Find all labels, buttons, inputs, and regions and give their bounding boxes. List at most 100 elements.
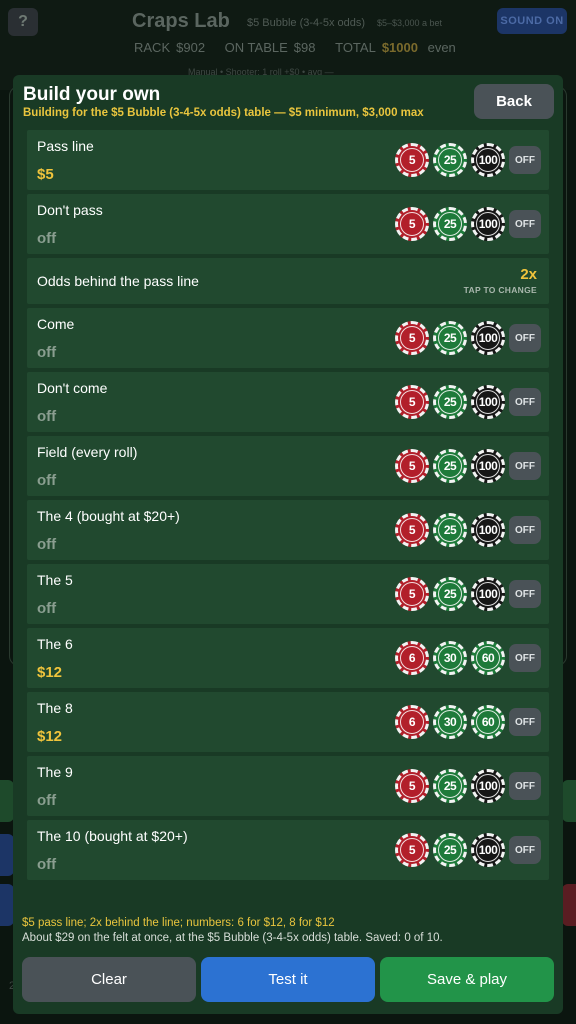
bet-row: The 6 $12 6 30 60 OFF: [27, 628, 549, 688]
chip-100-button[interactable]: 100: [471, 143, 505, 177]
bg-green-bar: [562, 780, 576, 822]
chip-value: 100: [476, 774, 500, 798]
chip-value: 100: [476, 518, 500, 542]
chip-5-button[interactable]: 5: [395, 385, 429, 419]
chip-5-button[interactable]: 5: [395, 449, 429, 483]
bg-blue-bar: [0, 834, 14, 876]
sound-toggle-button[interactable]: SOUND ON: [497, 8, 567, 34]
bet-label: The 10 (bought at $20+): [37, 828, 188, 844]
chip-group: 6 30 60 OFF: [395, 705, 541, 739]
chip-value: 5: [400, 838, 424, 862]
chip-25-button[interactable]: 25: [433, 513, 467, 547]
off-button[interactable]: OFF: [509, 580, 541, 608]
chip-value: 6: [400, 646, 424, 670]
bet-row: Don't come off 5 25 100 OFF: [27, 372, 549, 432]
chip-value: 5: [400, 390, 424, 414]
chip-25-button[interactable]: 25: [433, 769, 467, 803]
off-button[interactable]: OFF: [509, 708, 541, 736]
clear-button[interactable]: Clear: [22, 957, 196, 1002]
chip-5-button[interactable]: 5: [395, 577, 429, 611]
odds-label: Odds behind the pass line: [37, 273, 199, 289]
bet-row: The 10 (bought at $20+) off 5 25 100 OFF: [27, 820, 549, 880]
chip-5-button[interactable]: 5: [395, 513, 429, 547]
chip-100-button[interactable]: 100: [471, 833, 505, 867]
chip-group: 5 25 100 OFF: [395, 769, 541, 803]
dialog-subtitle: Building for the $5 Bubble (3-4-5x odds)…: [23, 107, 424, 119]
chip-group: 5 25 100 OFF: [395, 513, 541, 547]
chip-25-button[interactable]: 25: [433, 385, 467, 419]
chip-30-button[interactable]: 30: [433, 705, 467, 739]
chip-6-button[interactable]: 6: [395, 705, 429, 739]
chip-100-button[interactable]: 100: [471, 513, 505, 547]
bet-row: The 4 (bought at $20+) off 5 25 100 OFF: [27, 500, 549, 560]
help-button[interactable]: ?: [8, 8, 38, 36]
chip-value: 30: [438, 646, 462, 670]
chip-100-button[interactable]: 100: [471, 769, 505, 803]
chip-group: 6 30 60 OFF: [395, 641, 541, 675]
bet-amount: $12: [37, 728, 63, 745]
chip-value: 5: [400, 518, 424, 542]
off-button[interactable]: OFF: [509, 644, 541, 672]
back-button[interactable]: Back: [474, 84, 554, 119]
chip-value: 60: [476, 710, 500, 734]
chip-value: 25: [438, 326, 462, 350]
even-label: even: [427, 40, 456, 55]
chip-25-button[interactable]: 25: [433, 321, 467, 355]
chip-value: 5: [400, 582, 424, 606]
chip-value: 5: [400, 454, 424, 478]
app-title: Craps Lab: [132, 10, 230, 32]
off-button[interactable]: OFF: [509, 452, 541, 480]
off-button[interactable]: OFF: [509, 324, 541, 352]
chip-100-button[interactable]: 100: [471, 207, 505, 241]
bet-label: The 9: [37, 764, 73, 780]
chip-100-button[interactable]: 100: [471, 385, 505, 419]
bet-amount: $5: [37, 166, 54, 183]
bet-row: Pass line $5 5 25 100 OFF: [27, 130, 549, 190]
chip-100-button[interactable]: 100: [471, 577, 505, 611]
off-button[interactable]: OFF: [509, 772, 541, 800]
chip-value: 5: [400, 326, 424, 350]
off-button[interactable]: OFF: [509, 836, 541, 864]
chip-100-button[interactable]: 100: [471, 449, 505, 483]
chip-value: 60: [476, 646, 500, 670]
chip-100-button[interactable]: 100: [471, 321, 505, 355]
chip-5-button[interactable]: 5: [395, 833, 429, 867]
bet-list: Pass line $5 5 25 100 OFF Don't pass off 5 25 100 O…: [27, 130, 549, 884]
chip-6-button[interactable]: 6: [395, 641, 429, 675]
summary-detail: About $29 on the felt at once, at the $5…: [22, 932, 443, 944]
bet-amount: off: [37, 230, 57, 247]
off-button[interactable]: OFF: [509, 516, 541, 544]
bet-row: The 8 $12 6 30 60 OFF: [27, 692, 549, 752]
chip-5-button[interactable]: 5: [395, 143, 429, 177]
chip-5-button[interactable]: 5: [395, 769, 429, 803]
chip-25-button[interactable]: 25: [433, 207, 467, 241]
chip-value: 25: [438, 774, 462, 798]
chip-value: 5: [400, 212, 424, 236]
bet-amount: off: [37, 472, 57, 489]
bet-row: Field (every roll) off 5 25 100 OFF: [27, 436, 549, 496]
chip-value: 6: [400, 710, 424, 734]
bg-red-bar: [562, 884, 576, 926]
chip-25-button[interactable]: 25: [433, 833, 467, 867]
chip-60-button[interactable]: 60: [471, 705, 505, 739]
chip-25-button[interactable]: 25: [433, 449, 467, 483]
off-button[interactable]: OFF: [509, 210, 541, 238]
chip-30-button[interactable]: 30: [433, 641, 467, 675]
total-value: $1000: [381, 40, 418, 55]
chip-value: 5: [400, 148, 424, 172]
bet-row: The 9 off 5 25 100 OFF: [27, 756, 549, 816]
chip-5-button[interactable]: 5: [395, 207, 429, 241]
bet-amount: off: [37, 792, 57, 809]
chip-value: 100: [476, 582, 500, 606]
chip-5-button[interactable]: 5: [395, 321, 429, 355]
chip-25-button[interactable]: 25: [433, 577, 467, 611]
odds-row[interactable]: Odds behind the pass line 2x TAP TO CHANGE: [27, 258, 549, 304]
chip-60-button[interactable]: 60: [471, 641, 505, 675]
test-button[interactable]: Test it: [201, 957, 375, 1002]
chip-25-button[interactable]: 25: [433, 143, 467, 177]
chip-group: 5 25 100 OFF: [395, 385, 541, 419]
off-button[interactable]: OFF: [509, 388, 541, 416]
off-button[interactable]: OFF: [509, 146, 541, 174]
bet-amount: off: [37, 536, 57, 553]
save-and-play-button[interactable]: Save & play: [380, 957, 554, 1002]
